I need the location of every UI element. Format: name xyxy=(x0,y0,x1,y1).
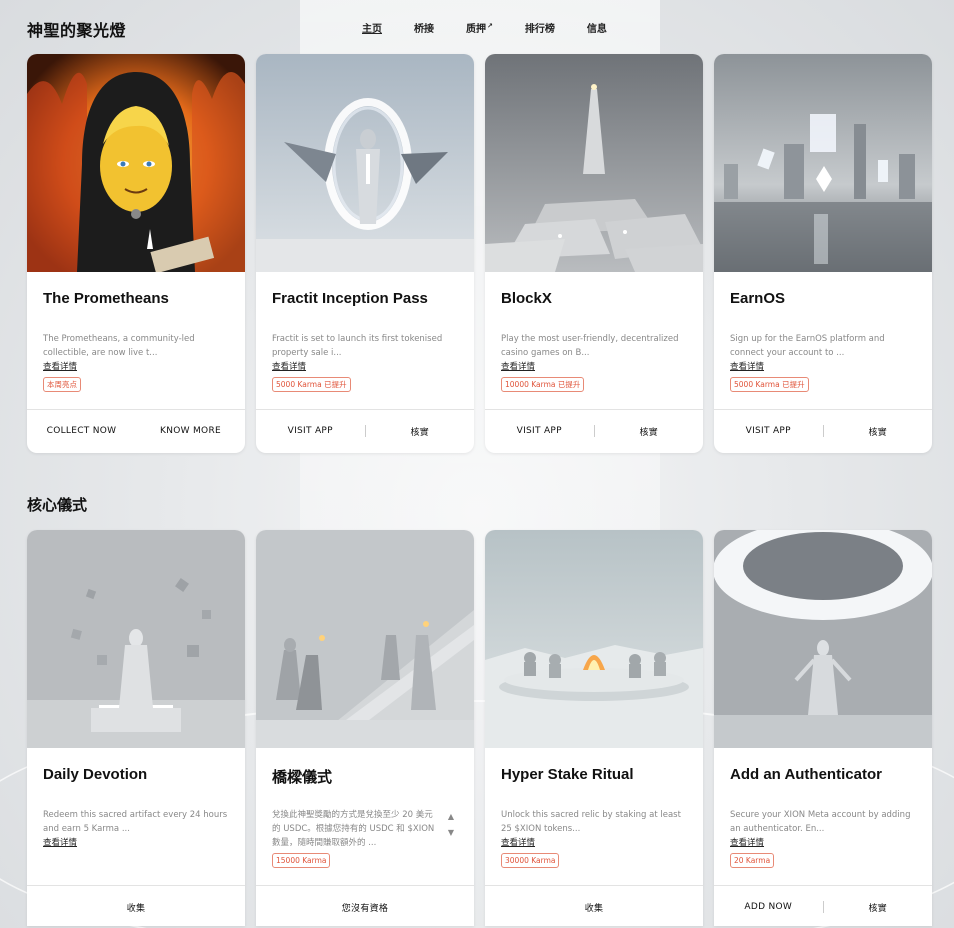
view-details-link[interactable]: 查看详情 xyxy=(501,360,535,372)
earnos-artwork xyxy=(714,54,932,272)
verify-button[interactable]: 核實 xyxy=(366,425,475,438)
prometheans-artwork xyxy=(27,54,245,272)
featured-cards-row: The Prometheans The Prometheans, a commu… xyxy=(27,54,932,453)
card-image-daily-devotion[interactable] xyxy=(27,530,245,748)
visit-app-button[interactable]: VISIT APP xyxy=(485,426,594,436)
card-fractit: Fractit Inception Pass Fractit is set to… xyxy=(256,54,474,453)
collect-button[interactable]: 收集 xyxy=(485,901,703,914)
view-details-link[interactable]: 查看详情 xyxy=(43,836,77,848)
card-actions: COLLECT NOW KNOW MORE xyxy=(27,410,245,452)
card-image-blockx[interactable] xyxy=(485,54,703,272)
view-details-link[interactable]: 查看详情 xyxy=(730,360,764,372)
view-details-link[interactable]: 查看详情 xyxy=(272,360,306,372)
verify-button[interactable]: 核實 xyxy=(824,425,933,438)
card-earnos: EarnOS Sign up for the EarnOS platform a… xyxy=(714,54,932,453)
card-actions: VISIT APP 核實 xyxy=(485,410,703,452)
blockx-artwork xyxy=(485,54,703,272)
card-title: Fractit Inception Pass xyxy=(272,290,428,307)
card-image-authenticator[interactable] xyxy=(714,530,932,748)
card-daily-devotion: Daily Devotion Redeem this sacred artifa… xyxy=(27,530,245,926)
authenticator-artwork xyxy=(714,530,932,748)
view-details-link[interactable]: 查看详情 xyxy=(501,836,535,848)
card-description: Redeem this sacred artifact every 24 hou… xyxy=(43,810,228,834)
card-title: Hyper Stake Ritual xyxy=(501,766,634,783)
hyper-stake-artwork xyxy=(485,530,703,748)
brand-title[interactable]: 神聖的聚光燈 xyxy=(27,17,126,41)
nav-item-stake-label: 质押 xyxy=(466,24,486,35)
visit-app-button[interactable]: VISIT APP xyxy=(714,426,823,436)
karma-badge: 15000 Karma xyxy=(272,853,331,868)
card-title: The Prometheans xyxy=(43,290,169,307)
add-now-button[interactable]: ADD NOW xyxy=(714,902,823,912)
card-actions: VISIT APP 核實 xyxy=(714,410,932,452)
card-image-fractit[interactable] xyxy=(256,54,474,272)
card-description: 兌換此神聖獎勵的方式是兌換至少 20 美元的 USDC。根據您持有的 USDC … xyxy=(272,810,435,848)
card-actions: VISIT APP 核實 xyxy=(256,410,474,452)
nav-item-stake[interactable]: 质押↗ xyxy=(466,20,493,35)
card-image-bridge-ritual[interactable] xyxy=(256,530,474,748)
card-description: Sign up for the EarnOS platform and conn… xyxy=(730,334,885,358)
card-actions: ADD NOW 核實 xyxy=(714,886,932,926)
nav-item-bridge[interactable]: 桥接 xyxy=(414,20,434,35)
header: 神聖的聚光燈 主页 桥接 质押↗ 排行榜 信息 xyxy=(0,0,954,54)
card-description: Fractit is set to launch its first token… xyxy=(272,334,443,358)
card-description: Secure your XION Meta account by adding … xyxy=(730,810,911,834)
card-description: The Prometheans, a community-led collect… xyxy=(43,334,195,358)
collect-button[interactable]: 收集 xyxy=(27,901,245,914)
collect-now-button[interactable]: COLLECT NOW xyxy=(27,426,136,436)
card-title: Add an Authenticator xyxy=(730,766,882,783)
karma-boost-badge: 10000 Karma 已提升 xyxy=(501,377,585,392)
card-prometheans: The Prometheans The Prometheans, a commu… xyxy=(27,54,245,453)
rituals-cards-row: Daily Devotion Redeem this sacred artifa… xyxy=(27,530,932,926)
not-eligible-button[interactable]: 您沒有資格 xyxy=(256,901,474,914)
verify-button[interactable]: 核實 xyxy=(595,425,704,438)
verify-button[interactable]: 核實 xyxy=(824,901,933,914)
card-title: 橋樑儀式 xyxy=(272,769,333,786)
bridge-ritual-artwork xyxy=(256,530,474,748)
card-actions: 收集 xyxy=(485,886,703,926)
card-title: Daily Devotion xyxy=(43,766,148,783)
card-title: BlockX xyxy=(501,290,552,307)
nav-item-leaderboard[interactable]: 排行榜 xyxy=(525,20,555,35)
external-link-icon: ↗ xyxy=(487,21,493,30)
view-details-link[interactable]: 查看详情 xyxy=(730,836,764,848)
scroll-up-icon[interactable]: ▲ xyxy=(448,813,454,821)
scroll-down-icon[interactable]: ▼ xyxy=(448,829,454,837)
daily-devotion-artwork xyxy=(27,530,245,748)
card-description: Play the most user-friendly, decentraliz… xyxy=(501,334,679,358)
card-blockx: BlockX Play the most user-friendly, dece… xyxy=(485,54,703,453)
nav-item-info[interactable]: 信息 xyxy=(587,20,607,35)
card-title: EarnOS xyxy=(730,290,786,307)
card-description: Unlock this sacred relic by staking at l… xyxy=(501,810,681,834)
karma-boost-badge: 5000 Karma 已提升 xyxy=(730,377,809,392)
nav-item-home[interactable]: 主页 xyxy=(362,20,382,35)
karma-boost-badge: 5000 Karma 已提升 xyxy=(272,377,351,392)
card-actions: 您沒有資格 xyxy=(256,886,474,926)
card-image-hyper-stake[interactable] xyxy=(485,530,703,748)
card-bridge-ritual: 橋樑儀式 兌換此神聖獎勵的方式是兌換至少 20 美元的 USDC。根據您持有的 … xyxy=(256,530,474,926)
karma-badge: 20 Karma xyxy=(730,853,775,868)
status-badge: 本周亮点 xyxy=(43,377,81,392)
fractit-artwork xyxy=(256,54,474,272)
card-authenticator: Add an Authenticator Secure your XION Me… xyxy=(714,530,932,926)
card-hyper-stake: Hyper Stake Ritual Unlock this sacred re… xyxy=(485,530,703,926)
card-image-earnos[interactable] xyxy=(714,54,932,272)
main-nav: 主页 桥接 质押↗ 排行榜 信息 xyxy=(362,20,639,35)
description-scroller: ▲ ▼ xyxy=(445,813,457,843)
card-actions: 收集 xyxy=(27,886,245,926)
section-title-core-rituals: 核心儀式 xyxy=(27,496,88,514)
karma-badge: 30000 Karma xyxy=(501,853,560,868)
view-details-link[interactable]: 查看详情 xyxy=(43,360,77,372)
know-more-button[interactable]: KNOW MORE xyxy=(136,426,245,436)
card-image-prometheans[interactable] xyxy=(27,54,245,272)
visit-app-button[interactable]: VISIT APP xyxy=(256,426,365,436)
